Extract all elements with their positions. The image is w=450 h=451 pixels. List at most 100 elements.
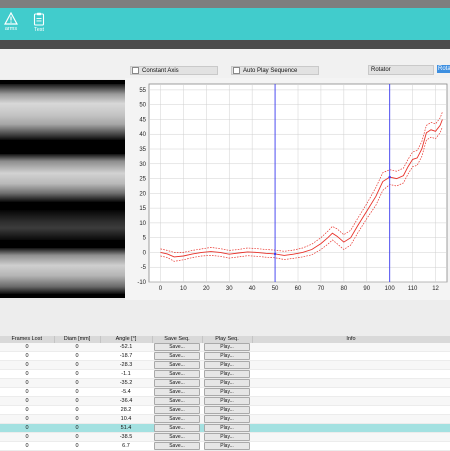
- table-row[interactable]: 0 0 -35.2 Save... Play...: [0, 378, 450, 388]
- save-seq-button[interactable]: Save...: [154, 388, 200, 396]
- window-top-strip: [0, 0, 450, 8]
- col-save-seq[interactable]: Save Seq.: [152, 336, 203, 343]
- col-info[interactable]: Info: [252, 336, 450, 343]
- table-row[interactable]: 0 0 -18.7 Save... Play...: [0, 351, 450, 361]
- cell-diam: 0: [54, 405, 100, 415]
- play-seq-button[interactable]: Play...: [204, 397, 250, 405]
- table-row[interactable]: 0 0 28.2 Save... Play...: [0, 405, 450, 415]
- frame-marker-point: [388, 175, 391, 179]
- table-row[interactable]: 0 0 -1.1 Save... Play...: [0, 369, 450, 379]
- y-tick-label: 35: [139, 147, 146, 153]
- save-seq-button[interactable]: Save...: [154, 415, 200, 423]
- cell-diam: 0: [54, 441, 100, 451]
- cell-info: [252, 405, 450, 415]
- cell-frames-lost: 0: [0, 423, 54, 433]
- checkbox-box-icon: [132, 67, 139, 74]
- save-seq-button[interactable]: Save...: [154, 370, 200, 378]
- table-row[interactable]: 0 0 -38.5 Save... Play...: [0, 432, 450, 442]
- play-seq-button[interactable]: Play...: [204, 343, 250, 351]
- cell-play-seq: Play...: [202, 432, 252, 442]
- cell-info: [252, 351, 450, 361]
- test-button[interactable]: Test: [24, 10, 54, 40]
- col-frames-lost[interactable]: Frames Lost: [0, 336, 55, 343]
- cell-save-seq: Save...: [152, 378, 202, 388]
- play-seq-button[interactable]: Play...: [204, 442, 250, 450]
- y-tick-label: 0: [143, 250, 147, 256]
- cell-save-seq: Save...: [152, 441, 202, 451]
- cell-play-seq: Play...: [202, 414, 252, 424]
- rotator-selector[interactable]: Rotat: [437, 65, 450, 73]
- cell-frames-lost: 0: [0, 360, 54, 370]
- save-seq-button[interactable]: Save...: [154, 361, 200, 369]
- angle-chart-panel: 0 10 20 30 40 50 60 70 80 90 100 110 12 -10 -5 0 5 10 15 20…: [125, 78, 450, 300]
- cell-play-seq: Play...: [202, 351, 252, 361]
- save-seq-button[interactable]: Save...: [154, 424, 200, 432]
- cell-play-seq: Play...: [202, 405, 252, 415]
- cell-frames-lost: 0: [0, 405, 54, 415]
- checkbox-box-icon: [233, 67, 240, 74]
- table-row[interactable]: 0 0 51.4 Save... Play...: [0, 423, 450, 433]
- save-seq-button[interactable]: Save...: [154, 433, 200, 441]
- x-tick-label: 80: [341, 286, 348, 292]
- cell-save-seq: Save...: [152, 414, 202, 424]
- cell-play-seq: Play...: [202, 387, 252, 397]
- cell-frames-lost: 0: [0, 369, 54, 379]
- play-seq-button[interactable]: Play...: [204, 424, 250, 432]
- auto-play-label: Auto Play Sequence: [243, 67, 298, 74]
- cell-info: [252, 423, 450, 433]
- cell-diam: 0: [54, 343, 100, 352]
- cell-angle: -1.1: [100, 369, 152, 379]
- cell-diam: 0: [54, 423, 100, 433]
- alarms-button[interactable]: arms: [0, 10, 26, 40]
- cell-frames-lost: 0: [0, 396, 54, 406]
- table-row[interactable]: 0 0 -36.4 Save... Play...: [0, 396, 450, 406]
- cell-frames-lost: 0: [0, 441, 54, 451]
- table-row[interactable]: 0 0 10.4 Save... Play...: [0, 414, 450, 424]
- play-seq-button[interactable]: Play...: [204, 370, 250, 378]
- cell-diam: 0: [54, 351, 100, 361]
- test-button-label: Test: [33, 27, 45, 33]
- col-diam[interactable]: Diam [mm]: [54, 336, 101, 343]
- play-seq-button[interactable]: Play...: [204, 406, 250, 414]
- col-angle[interactable]: Angle [°]: [100, 336, 153, 343]
- table-row[interactable]: 0 0 -52.1 Save... Play...: [0, 343, 450, 352]
- play-seq-button[interactable]: Play...: [204, 361, 250, 369]
- save-seq-button[interactable]: Save...: [154, 343, 200, 351]
- play-seq-button[interactable]: Play...: [204, 352, 250, 360]
- warning-icon: [4, 12, 18, 25]
- table-row[interactable]: 0 0 6.7 Save... Play...: [0, 441, 450, 451]
- cell-play-seq: Play...: [202, 396, 252, 406]
- x-tick-label: 12: [432, 286, 439, 292]
- cell-play-seq: Play...: [202, 441, 252, 451]
- cell-play-seq: Play...: [202, 360, 252, 370]
- play-seq-button[interactable]: Play...: [204, 415, 250, 423]
- cell-angle: 51.4: [100, 423, 152, 433]
- save-seq-button[interactable]: Save...: [154, 379, 200, 387]
- cell-save-seq: Save...: [152, 360, 202, 370]
- x-tick-label: 40: [249, 286, 256, 292]
- table-row[interactable]: 0 0 -28.3 Save... Play...: [0, 360, 450, 370]
- y-tick-label: -5: [141, 265, 147, 271]
- save-seq-button[interactable]: Save...: [154, 406, 200, 414]
- auto-play-checkbox[interactable]: Auto Play Sequence: [231, 66, 319, 75]
- cell-frames-lost: 0: [0, 343, 54, 352]
- camera-image: [0, 80, 125, 298]
- save-seq-button[interactable]: Save...: [154, 352, 200, 360]
- save-seq-button[interactable]: Save...: [154, 442, 200, 450]
- constant-axis-label: Constant Axis: [142, 67, 179, 74]
- y-tick-label: 30: [139, 162, 146, 168]
- table-row[interactable]: 0 0 -5.4 Save... Play...: [0, 387, 450, 397]
- constant-axis-checkbox[interactable]: Constant Axis: [130, 66, 218, 75]
- cell-diam: 0: [54, 369, 100, 379]
- col-play-seq[interactable]: Play Seq.: [202, 336, 253, 343]
- play-seq-button[interactable]: Play...: [204, 388, 250, 396]
- cell-play-seq: Play...: [202, 369, 252, 379]
- play-seq-button[interactable]: Play...: [204, 433, 250, 441]
- cell-angle: 6.7: [100, 441, 152, 451]
- save-seq-button[interactable]: Save...: [154, 397, 200, 405]
- y-tick-label: 40: [139, 132, 146, 138]
- cell-diam: 0: [54, 387, 100, 397]
- cell-info: [252, 387, 450, 397]
- play-seq-button[interactable]: Play...: [204, 379, 250, 387]
- x-tick-label: 60: [295, 286, 302, 292]
